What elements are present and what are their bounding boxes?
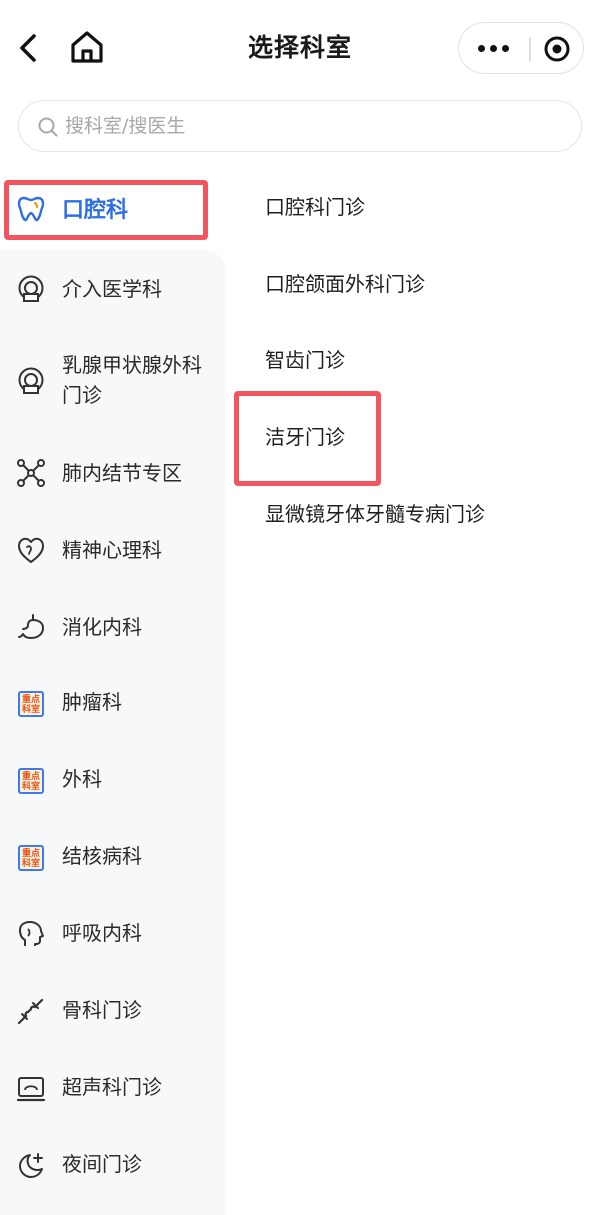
scan-machine-icon bbox=[18, 275, 44, 302]
sidebar-item-label: 骨科门诊 bbox=[62, 998, 142, 1022]
mini-program-capsule bbox=[458, 22, 584, 74]
sidebar-item-label: 结核病科 bbox=[62, 844, 142, 868]
sidebar-item-label: 肿瘤科 bbox=[62, 690, 122, 714]
sidebar-item-respiratory[interactable]: 呼吸内科 bbox=[0, 898, 225, 974]
sidebar-item-label: 消化内科 bbox=[62, 615, 142, 639]
clinic-item[interactable]: 显微镜牙体牙髓专病门诊 bbox=[265, 499, 485, 529]
sidebar-item-label: 外科 bbox=[62, 767, 102, 791]
record-target-icon[interactable] bbox=[543, 35, 571, 63]
key-department-badge: 重点 科室 bbox=[18, 768, 44, 794]
scan-machine-icon bbox=[18, 367, 44, 394]
sidebar-item-label: 肺内结节专区 bbox=[62, 461, 182, 485]
highlight-box-dental-cleaning bbox=[234, 391, 381, 486]
more-dots-icon[interactable] bbox=[473, 33, 513, 63]
clinic-item[interactable]: 口腔科门诊 bbox=[265, 192, 365, 222]
key-department-badge: 重点 科室 bbox=[18, 845, 44, 871]
sidebar-item-label: 乳腺甲状腺外科门诊 bbox=[62, 353, 202, 407]
top-bar: 选择科室 bbox=[0, 0, 600, 96]
bone-joint-icon bbox=[17, 998, 44, 1025]
sidebar-item-night-clinic[interactable]: 夜间门诊 bbox=[0, 1129, 225, 1205]
sidebar-item-label: 夜间门诊 bbox=[62, 1152, 142, 1176]
heart-brain-icon bbox=[18, 537, 44, 563]
sidebar-item-label: 超声科门诊 bbox=[62, 1075, 162, 1099]
clinic-item[interactable]: 口腔颌面外科门诊 bbox=[265, 269, 425, 299]
key-department-badge: 重点 科室 bbox=[18, 691, 44, 717]
highlight-box-sidebar-active bbox=[4, 180, 208, 240]
sidebar-item-ultrasound[interactable]: 超声科门诊 bbox=[0, 1052, 225, 1128]
sidebar-item-interventional[interactable]: 介入医学科 bbox=[0, 252, 225, 328]
sidebar-item-gastro[interactable]: 消化内科 bbox=[0, 590, 225, 666]
search-bar[interactable] bbox=[18, 100, 582, 152]
sidebar-item-label: 呼吸内科 bbox=[62, 921, 142, 945]
sidebar-item-surgery[interactable]: 重点 科室 外科 bbox=[0, 744, 225, 820]
sidebar-item-psychology[interactable]: 精神心理科 bbox=[0, 513, 225, 589]
capsule-divider bbox=[529, 37, 531, 61]
search-input[interactable] bbox=[65, 109, 545, 143]
stomach-icon bbox=[18, 614, 44, 639]
sidebar-item-orthopedics[interactable]: 骨科门诊 bbox=[0, 975, 225, 1051]
clinic-item[interactable]: 智齿门诊 bbox=[265, 345, 345, 375]
sidebar-item-label: 介入医学科 bbox=[62, 277, 162, 301]
molecule-nodes-icon bbox=[17, 459, 45, 487]
moon-plus-icon bbox=[19, 1153, 43, 1178]
sidebar-item-tuberculosis[interactable]: 重点 科室 结核病科 bbox=[0, 821, 225, 897]
ultrasound-monitor-icon bbox=[16, 1077, 46, 1102]
sidebar-item-label: 精神心理科 bbox=[62, 538, 162, 562]
search-icon bbox=[38, 117, 58, 137]
department-sidebar: 口腔科 介入医学科 乳腺甲状腺外科门诊 肺内结节专区 精神心理科 消化内科 重点… bbox=[0, 170, 225, 1215]
sidebar-item-oncology[interactable]: 重点 科室 肿瘤科 bbox=[0, 667, 225, 743]
sidebar-item-lung-nodule[interactable]: 肺内结节专区 bbox=[0, 436, 225, 512]
head-profile-icon bbox=[19, 921, 44, 946]
sidebar-item-breast-thyroid[interactable]: 乳腺甲状腺外科门诊 bbox=[0, 342, 225, 428]
